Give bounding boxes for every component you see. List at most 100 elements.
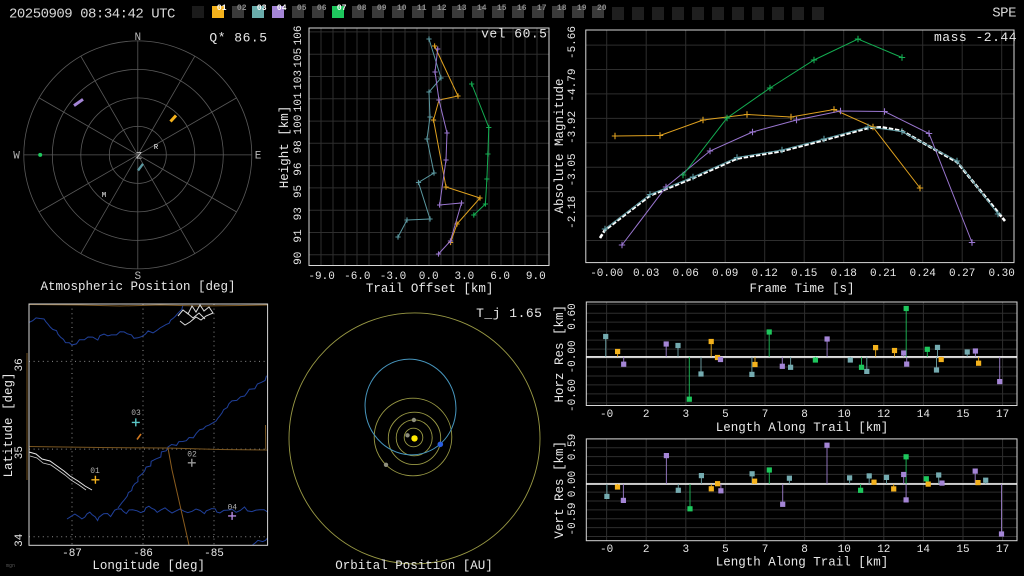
svg-text:-0.00: -0.00 <box>567 340 579 373</box>
svg-text:Latitude [deg]: Latitude [deg] <box>2 372 16 477</box>
svg-text:-85: -85 <box>204 548 224 560</box>
svg-text:-0: -0 <box>600 544 613 556</box>
svg-text:17: 17 <box>996 409 1009 421</box>
svg-text:02: 02 <box>237 4 247 13</box>
svg-text:T_j 1.65: T_j 1.65 <box>476 306 542 321</box>
svg-text:105: 105 <box>293 48 305 68</box>
svg-text:mgn: mgn <box>6 563 15 569</box>
svg-text:2: 2 <box>643 544 650 556</box>
svg-text:106: 106 <box>293 25 305 45</box>
svg-text:N: N <box>134 32 141 44</box>
svg-text:11: 11 <box>417 4 427 13</box>
svg-text:-9.0: -9.0 <box>308 271 334 283</box>
svg-text:04: 04 <box>227 504 237 513</box>
svg-text:03: 03 <box>257 4 267 13</box>
svg-text:7: 7 <box>762 544 769 556</box>
svg-text:101: 101 <box>293 92 305 112</box>
svg-text:3: 3 <box>682 544 689 556</box>
svg-text:36: 36 <box>14 358 26 371</box>
svg-text:91: 91 <box>293 229 305 243</box>
svg-text:15: 15 <box>497 4 507 13</box>
svg-text:04: 04 <box>277 4 287 13</box>
svg-text:20250909 08:34:42 UTC: 20250909 08:34:42 UTC <box>9 7 175 23</box>
svg-text:5: 5 <box>722 544 729 556</box>
svg-text:02: 02 <box>187 451 197 460</box>
svg-text:12: 12 <box>877 409 890 421</box>
svg-text:8: 8 <box>801 409 808 421</box>
svg-text:18: 18 <box>557 4 567 13</box>
svg-text:0.12: 0.12 <box>751 268 777 280</box>
svg-text:Vert Res [km]: Vert Res [km] <box>553 441 567 539</box>
svg-text:100: 100 <box>293 115 305 135</box>
svg-text:7: 7 <box>762 409 769 421</box>
svg-text:-0.00: -0.00 <box>590 268 623 280</box>
svg-text:0.30: 0.30 <box>988 268 1014 280</box>
svg-text:-87: -87 <box>62 548 82 560</box>
svg-text:Atmospheric Position [deg]: Atmospheric Position [deg] <box>40 280 235 294</box>
svg-text:20: 20 <box>597 4 607 13</box>
svg-text:14: 14 <box>917 409 931 421</box>
svg-text:-4.79: -4.79 <box>567 68 579 101</box>
svg-text:13: 13 <box>457 4 467 13</box>
svg-text:0.60: 0.60 <box>567 303 579 329</box>
svg-text:Longitude [deg]: Longitude [deg] <box>92 559 205 573</box>
svg-text:93: 93 <box>293 207 305 220</box>
svg-text:10: 10 <box>838 409 851 421</box>
svg-text:Length Along Trail [km]: Length Along Trail [km] <box>716 421 889 435</box>
svg-text:Trail Offset [km]: Trail Offset [km] <box>366 282 494 296</box>
svg-text:08: 08 <box>357 4 367 13</box>
svg-text:0.59: 0.59 <box>567 434 579 460</box>
svg-text:103: 103 <box>293 70 305 90</box>
svg-text:01: 01 <box>217 4 227 13</box>
svg-text:0.09: 0.09 <box>712 268 738 280</box>
svg-text:8: 8 <box>801 544 808 556</box>
svg-text:Length Along Trail [km]: Length Along Trail [km] <box>716 556 889 570</box>
svg-text:E: E <box>255 151 262 163</box>
svg-text:5: 5 <box>722 409 729 421</box>
svg-text:17: 17 <box>996 544 1009 556</box>
svg-text:0.06: 0.06 <box>672 268 698 280</box>
svg-text:0.21: 0.21 <box>870 268 897 280</box>
svg-text:0.24: 0.24 <box>909 268 936 280</box>
svg-text:0.03: 0.03 <box>633 268 659 280</box>
svg-text:98: 98 <box>293 140 305 153</box>
svg-text:Orbital Position [AU]: Orbital Position [AU] <box>335 559 493 573</box>
svg-text:01: 01 <box>90 467 100 476</box>
svg-text:9.0: 9.0 <box>526 271 546 283</box>
svg-text:15: 15 <box>956 409 969 421</box>
svg-text:10: 10 <box>397 4 407 13</box>
svg-text:W: W <box>13 151 20 163</box>
svg-text:Height [km]: Height [km] <box>278 106 292 189</box>
svg-text:Frame Time [s]: Frame Time [s] <box>749 282 854 296</box>
svg-text:0.15: 0.15 <box>791 268 817 280</box>
svg-text:Z: Z <box>136 152 142 163</box>
svg-text:12: 12 <box>437 4 447 13</box>
svg-text:3: 3 <box>682 409 689 421</box>
svg-text:-2.18: -2.18 <box>567 196 579 229</box>
svg-text:05: 05 <box>297 4 307 13</box>
svg-text:09: 09 <box>377 4 387 13</box>
svg-text:34: 34 <box>14 533 26 547</box>
svg-text:95: 95 <box>293 185 305 198</box>
svg-text:10: 10 <box>838 544 851 556</box>
svg-text:0.27: 0.27 <box>949 268 975 280</box>
svg-text:07: 07 <box>337 4 347 13</box>
svg-text:-0.60: -0.60 <box>567 379 579 412</box>
svg-text:mass -2.44: mass -2.44 <box>934 30 1017 45</box>
svg-text:-0.59: -0.59 <box>567 502 579 535</box>
svg-text:12: 12 <box>877 544 890 556</box>
svg-text:Q* 86.5: Q* 86.5 <box>209 31 267 46</box>
svg-text:96: 96 <box>293 163 305 176</box>
svg-text:0.18: 0.18 <box>830 268 856 280</box>
svg-text:SPE: SPE <box>992 6 1016 22</box>
svg-text:03: 03 <box>131 409 141 418</box>
svg-text:-3.92: -3.92 <box>567 111 579 144</box>
svg-text:19: 19 <box>577 4 587 13</box>
svg-text:M: M <box>102 192 106 200</box>
svg-text:Absolute Magnitude: Absolute Magnitude <box>553 78 567 213</box>
svg-text:-3.05: -3.05 <box>567 153 579 186</box>
svg-text:16: 16 <box>517 4 527 13</box>
svg-text:-5.66: -5.66 <box>567 26 579 59</box>
svg-text:17: 17 <box>537 4 547 13</box>
svg-text:-0: -0 <box>600 409 613 421</box>
